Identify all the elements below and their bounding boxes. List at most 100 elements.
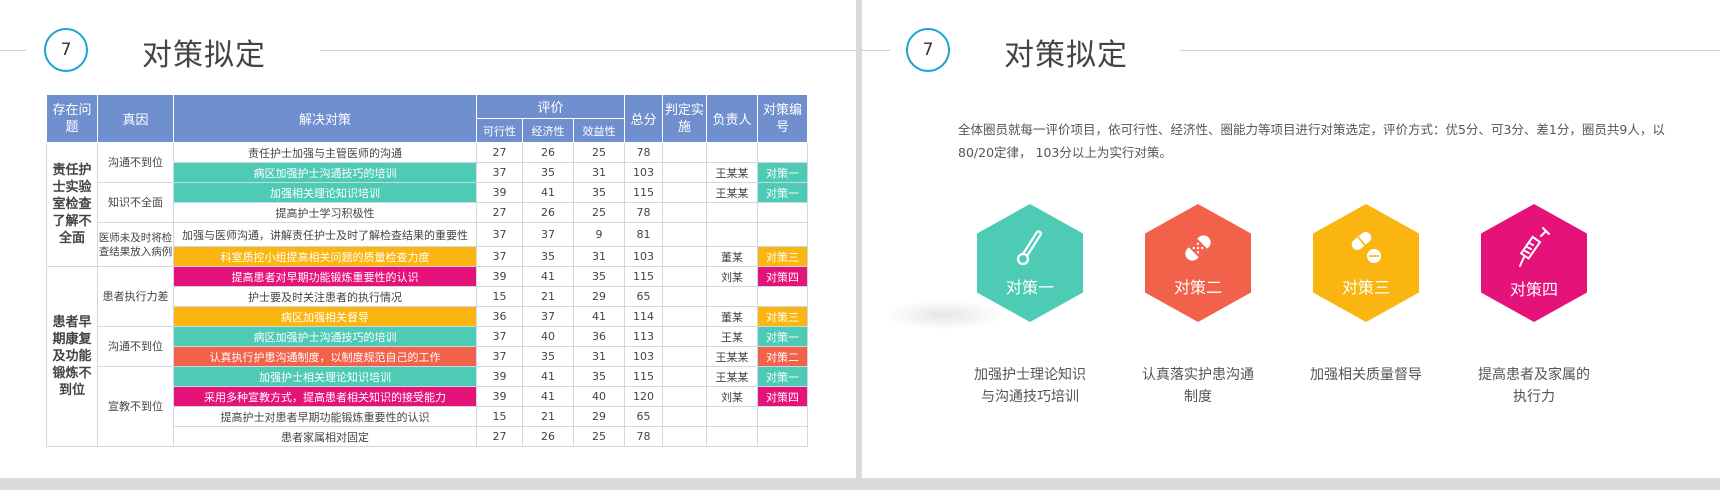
benefit-cell: 29 <box>573 406 625 427</box>
solution-cell: 认真执行护患沟通制度，以制度规范自己的工作 <box>173 346 477 367</box>
economy-cell: 40 <box>522 326 574 347</box>
header-feasibility: 可行性 <box>476 118 523 143</box>
feasibility-cell: 37 <box>476 326 523 347</box>
total-cell: 120 <box>624 386 663 407</box>
owner-cell: 王某某 <box>706 346 758 367</box>
header-line-right <box>1180 50 1720 51</box>
caption-line: 加强相关质量督导 <box>1310 367 1422 383</box>
owner-cell <box>706 202 758 223</box>
economy-cell: 35 <box>522 346 574 367</box>
code-cell <box>757 286 808 307</box>
benefit-cell: 41 <box>573 306 625 327</box>
header-row-1: 存在问题 真因 解决对策 评价 总分 判定实施 负责人 对策编号 <box>46 94 808 143</box>
feasibility-cell: 39 <box>476 386 523 407</box>
feasibility-cell: 27 <box>476 142 523 163</box>
header-total: 总分 <box>624 94 663 143</box>
header-decision: 判定实施 <box>662 94 707 143</box>
decision-cell <box>662 406 707 427</box>
solution-cell: 病区加强护士沟通技巧的培训 <box>173 162 477 183</box>
benefit-cell: 25 <box>573 202 625 223</box>
owner-cell: 王某某 <box>706 366 758 387</box>
decision-cell <box>662 346 707 367</box>
benefit-cell: 25 <box>573 426 625 447</box>
code-cell: 对策一 <box>757 162 808 183</box>
benefit-cell: 9 <box>573 222 625 247</box>
economy-cell: 37 <box>522 222 574 247</box>
section-number-badge: 7 <box>906 28 950 72</box>
owner-cell: 王某某 <box>706 162 758 183</box>
feasibility-cell: 15 <box>476 286 523 307</box>
table-row: 知识不全面 加强相关理论知识培训 39 41 35 115 王某某 对策一 <box>47 182 808 223</box>
decision-cell <box>662 306 707 327</box>
feasibility-cell: 37 <box>476 162 523 183</box>
feasibility-cell: 15 <box>476 406 523 427</box>
total-cell: 114 <box>624 306 663 327</box>
total-cell: 78 <box>624 142 663 163</box>
caption-line: 制度 <box>1184 389 1212 405</box>
measure-label: 对策一 <box>1005 278 1054 297</box>
feasibility-cell: 37 <box>476 246 523 267</box>
solution-cell: 加强护士相关理论知识培训 <box>173 366 477 387</box>
decision-cell <box>662 246 707 267</box>
header-evaluation: 评价 <box>476 94 625 119</box>
owner-cell: 王某某 <box>706 182 758 203</box>
total-cell: 78 <box>624 426 663 447</box>
caption-line: 与沟通技巧培训 <box>981 389 1079 405</box>
feasibility-cell: 27 <box>476 202 523 223</box>
solution-cell: 提高护士对患者早期功能锻炼重要性的认识 <box>173 406 477 427</box>
code-cell: 对策四 <box>757 266 808 287</box>
bandage-icon <box>1185 235 1211 261</box>
caption-line: 提高患者及家属的 <box>1478 367 1590 383</box>
benefit-cell: 35 <box>573 366 625 387</box>
benefit-cell: 25 <box>573 142 625 163</box>
decision-cell <box>662 222 707 247</box>
page-title: 对策拟定 <box>142 38 266 73</box>
code-cell: 对策一 <box>757 182 808 203</box>
benefit-cell: 31 <box>573 246 625 267</box>
solution-cell: 病区加强护士沟通技巧的培训 <box>173 326 477 347</box>
solution-cell: 病区加强相关督导 <box>173 306 477 327</box>
feasibility-cell: 39 <box>476 266 523 287</box>
code-cell <box>757 202 808 223</box>
total-cell: 115 <box>624 366 663 387</box>
code-cell: 对策三 <box>757 306 808 327</box>
header-benefit: 效益性 <box>573 118 625 143</box>
header-owner: 负责人 <box>706 94 758 143</box>
decision-cell <box>662 326 707 347</box>
economy-cell: 41 <box>522 386 574 407</box>
feasibility-cell: 39 <box>476 182 523 203</box>
countermeasure-table: 存在问题 真因 解决对策 评价 总分 判定实施 负责人 对策编号 可行性 经济性… <box>46 94 808 447</box>
measure-caption: 提高患者及家属的 执行力 <box>1459 364 1609 408</box>
total-cell: 81 <box>624 222 663 247</box>
measure-4-hexagon: 对策四 <box>1481 204 1587 322</box>
total-cell: 113 <box>624 326 663 347</box>
owner-cell: 董某 <box>706 246 758 267</box>
code-cell: 对策三 <box>757 246 808 267</box>
measure-3-hexagon: 对策三 <box>1313 204 1419 322</box>
section-number: 7 <box>922 40 934 60</box>
measure-caption: 加强护士理论知识 与沟通技巧培训 <box>955 364 1105 408</box>
solution-cell: 加强与医师沟通，讲解责任护士及时了解检查结果的重要性 <box>173 222 477 247</box>
pills-icon <box>1351 231 1381 263</box>
description-text: 全体圈员就每一评价项目，依可行性、经济性、圈能力等项目进行对策选定，评价方式：优… <box>958 122 1665 160</box>
right-slide: 7 对策拟定 全体圈员就每一评价项目，依可行性、经济性、圈能力等项目进行对策选定… <box>862 0 1720 478</box>
header-line-right <box>320 50 856 51</box>
measure-2-hexagon: 对策二 <box>1145 204 1251 322</box>
decision-cell <box>662 202 707 223</box>
economy-cell: 41 <box>522 182 574 203</box>
decision-cell <box>662 426 707 447</box>
solution-cell: 提高护士学习积极性 <box>173 202 477 223</box>
table-row: 患者早期康复及功能锻炼不到位 患者执行力差 提高患者对早期功能锻炼重要性的认识 … <box>46 266 808 447</box>
code-cell: 对策四 <box>757 386 808 407</box>
solution-cell: 提高患者对早期功能锻炼重要性的认识 <box>173 266 477 287</box>
benefit-cell: 31 <box>573 346 625 367</box>
problem-cell: 责任护士实验室检查了解不全面 <box>46 142 98 267</box>
feasibility-cell: 27 <box>476 426 523 447</box>
section-number-badge: 7 <box>44 28 88 72</box>
hex-shadow <box>884 300 1004 330</box>
total-cell: 103 <box>624 346 663 367</box>
benefit-cell: 31 <box>573 162 625 183</box>
decision-cell <box>662 182 707 203</box>
cause-cell: 沟通不到位 <box>97 326 174 367</box>
code-cell <box>757 222 808 247</box>
